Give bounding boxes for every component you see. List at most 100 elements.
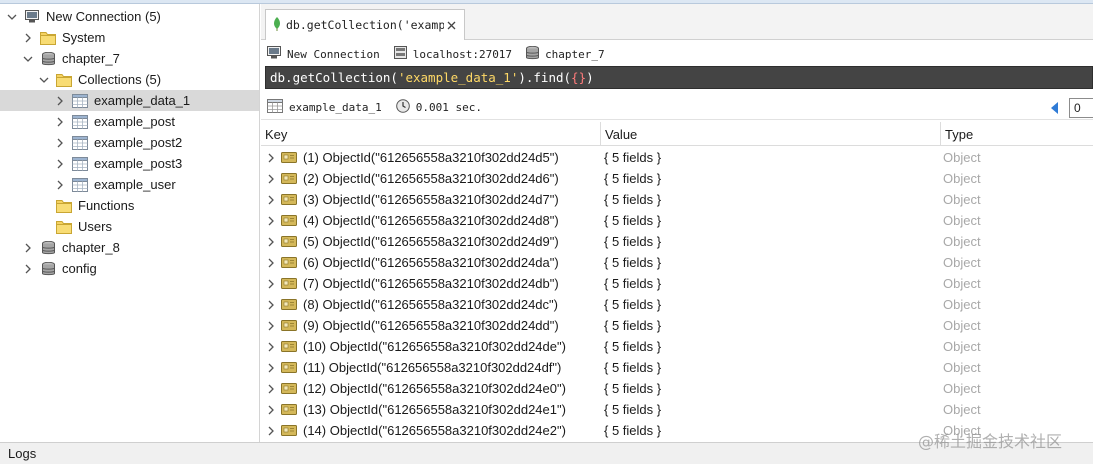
table-icon: [267, 99, 283, 116]
chevron-right-icon[interactable]: [22, 32, 34, 44]
type-cell: Object: [943, 234, 981, 249]
chevron-down-icon[interactable]: [22, 53, 34, 65]
chevron-right-icon[interactable]: [54, 158, 66, 170]
value-cell: { 5 fields }: [604, 171, 662, 186]
table-row[interactable]: (11) ObjectId("612656558a3210f302dd24df"…: [261, 357, 1093, 378]
document-icon: [281, 383, 297, 395]
tree-item-label: System: [62, 30, 106, 45]
table-row[interactable]: (8) ObjectId("612656558a3210f302dd24dc")…: [261, 294, 1093, 315]
key-cell: (14) ObjectId("612656558a3210f302dd24e2"…: [265, 420, 599, 441]
chevron-right-icon[interactable]: [54, 95, 66, 107]
table-row[interactable]: (13) ObjectId("612656558a3210f302dd24e1"…: [261, 399, 1093, 420]
type-cell: Object: [943, 318, 981, 333]
document-icon: [281, 341, 297, 353]
type-cell: Object: [943, 171, 981, 186]
table-row[interactable]: (6) ObjectId("612656558a3210f302dd24da")…: [261, 252, 1093, 273]
key-text: (1) ObjectId("612656558a3210f302dd24d5"): [303, 150, 559, 165]
table-row[interactable]: (4) ObjectId("612656558a3210f302dd24d8")…: [261, 210, 1093, 231]
chevron-right-icon[interactable]: [265, 173, 277, 185]
tree-item-example-post[interactable]: example_post: [0, 111, 259, 132]
tree-item-label: Users: [78, 219, 112, 234]
type-cell: Object: [943, 255, 981, 270]
chevron-right-icon[interactable]: [265, 404, 277, 416]
chevron-right-icon[interactable]: [22, 263, 34, 275]
type-cell: Object: [943, 381, 981, 396]
table-row[interactable]: (7) ObjectId("612656558a3210f302dd24db")…: [261, 273, 1093, 294]
chevron-right-icon[interactable]: [265, 320, 277, 332]
query-editor[interactable]: db.getCollection('example_data_1').find(…: [265, 66, 1093, 89]
computer-icon: [24, 9, 40, 25]
query-pane: db.getCollection('example… New Connectio…: [261, 4, 1093, 442]
column-header-value[interactable]: Value: [601, 122, 941, 146]
tree-item-label: example_post3: [94, 156, 183, 171]
key-cell: (1) ObjectId("612656558a3210f302dd24d5"): [265, 147, 599, 168]
chevron-right-icon[interactable]: [54, 179, 66, 191]
chevron-right-icon[interactable]: [265, 236, 277, 248]
tree-item-example-data-1[interactable]: example_data_1: [0, 90, 259, 111]
value-cell: { 5 fields }: [604, 276, 662, 291]
page-prev-icon[interactable]: [1049, 101, 1061, 115]
tab-title: db.getCollection('example…: [286, 18, 444, 32]
grid-header: Key Value Type: [261, 122, 1093, 146]
chevron-down-icon[interactable]: [6, 11, 18, 23]
table-row[interactable]: (1) ObjectId("612656558a3210f302dd24d5")…: [261, 147, 1093, 168]
chevron-right-icon[interactable]: [265, 257, 277, 269]
key-cell: (2) ObjectId("612656558a3210f302dd24d6"): [265, 168, 599, 189]
tree-item-users[interactable]: Users: [0, 216, 259, 237]
key-cell: (9) ObjectId("612656558a3210f302dd24dd"): [265, 315, 599, 336]
tree-item-label: chapter_7: [62, 51, 120, 66]
chevron-right-icon[interactable]: [265, 425, 277, 437]
table-row[interactable]: (3) ObjectId("612656558a3210f302dd24d7")…: [261, 189, 1093, 210]
tree-item-new-connection[interactable]: New Connection (5): [0, 6, 259, 27]
key-text: (3) ObjectId("612656558a3210f302dd24d7"): [303, 192, 559, 207]
column-header-key[interactable]: Key: [261, 122, 601, 146]
chevron-right-icon[interactable]: [54, 116, 66, 128]
value-cell: { 5 fields }: [604, 423, 662, 438]
chevron-right-icon[interactable]: [265, 341, 277, 353]
tree-item-collections[interactable]: Collections (5): [0, 69, 259, 90]
connection-host: localhost:27017: [412, 47, 513, 61]
query-text[interactable]: db.getCollection('example_data_1').find(…: [270, 70, 594, 85]
table-row[interactable]: (2) ObjectId("612656558a3210f302dd24d6")…: [261, 168, 1093, 189]
chevron-right-icon[interactable]: [54, 137, 66, 149]
tree-item-example-user[interactable]: example_user: [0, 174, 259, 195]
table-row[interactable]: (12) ObjectId("612656558a3210f302dd24e0"…: [261, 378, 1093, 399]
chevron-right-icon[interactable]: [265, 278, 277, 290]
type-cell: Object: [943, 339, 981, 354]
chevron-right-icon[interactable]: [265, 383, 277, 395]
table-row[interactable]: (9) ObjectId("612656558a3210f302dd24dd")…: [261, 315, 1093, 336]
connection-name-item: New Connection: [267, 46, 380, 62]
server-icon: [393, 46, 407, 62]
close-icon[interactable]: [444, 18, 458, 32]
chevron-down-icon[interactable]: [38, 74, 50, 86]
page-number-input[interactable]: [1069, 98, 1093, 118]
tab-query[interactable]: db.getCollection('example…: [265, 9, 465, 40]
table-row[interactable]: (5) ObjectId("612656558a3210f302dd24d9")…: [261, 231, 1093, 252]
table-row[interactable]: (10) ObjectId("612656558a3210f302dd24de"…: [261, 336, 1093, 357]
document-icon: [281, 278, 297, 290]
chevron-right-icon[interactable]: [265, 215, 277, 227]
column-header-type[interactable]: Type: [941, 122, 1093, 146]
document-icon: [281, 362, 297, 374]
result-grid: Key Value Type (1) ObjectId("612656558a3…: [261, 122, 1093, 442]
value-cell: { 5 fields }: [604, 192, 662, 207]
query-prefix: db.getCollection(: [270, 70, 398, 85]
type-cell: Object: [943, 360, 981, 375]
key-cell: (12) ObjectId("612656558a3210f302dd24e0"…: [265, 378, 599, 399]
tree-item-chapter-8[interactable]: chapter_8: [0, 237, 259, 258]
tree-item-chapter-7[interactable]: chapter_7: [0, 48, 259, 69]
tree-item-example-post3[interactable]: example_post3: [0, 153, 259, 174]
chevron-right-icon[interactable]: [265, 194, 277, 206]
document-icon: [281, 425, 297, 437]
document-icon: [281, 194, 297, 206]
tree-item-example-post2[interactable]: example_post2: [0, 132, 259, 153]
chevron-right-icon[interactable]: [265, 152, 277, 164]
connection-tree: New Connection (5) System chapter_7 Collect…: [0, 4, 260, 442]
chevron-right-icon[interactable]: [265, 299, 277, 311]
tree-item-system[interactable]: System: [0, 27, 259, 48]
chevron-right-icon[interactable]: [265, 362, 277, 374]
tree-item-config[interactable]: config: [0, 258, 259, 279]
chevron-right-icon[interactable]: [22, 242, 34, 254]
tree-item-functions[interactable]: Functions: [0, 195, 259, 216]
value-cell: { 5 fields }: [604, 318, 662, 333]
